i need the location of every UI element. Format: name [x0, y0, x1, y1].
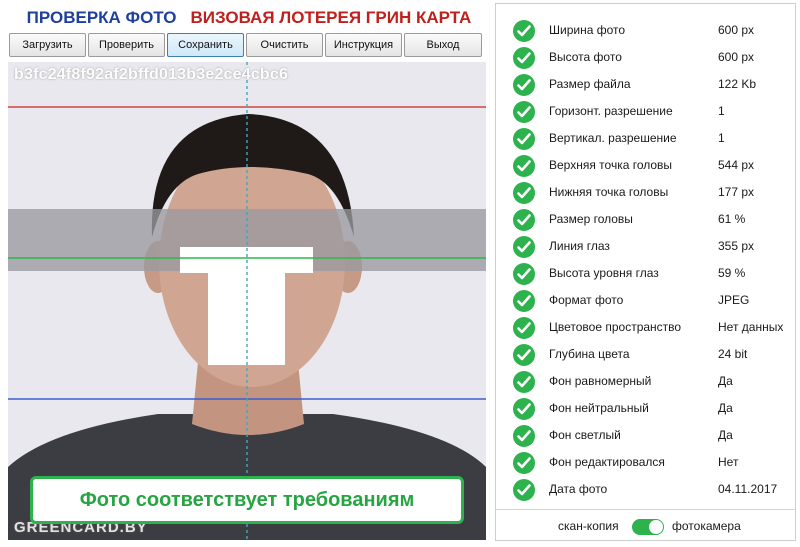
check-icon: [513, 209, 535, 231]
check-icon: [513, 398, 535, 420]
param-label: Фон нейтральный: [549, 401, 649, 415]
instructions-button[interactable]: Инструкция: [325, 33, 402, 57]
param-row: Размер файла 122 Kb: [496, 71, 795, 98]
param-value: 59 %: [718, 266, 746, 280]
param-value: 1: [718, 104, 725, 118]
param-value: JPEG: [718, 293, 750, 307]
param-value: 177 px: [718, 185, 755, 199]
parameters-panel: Ширина фото 600 px Высота фото 600 px Размер…: [495, 3, 796, 541]
param-row: Фон нейтральный Да: [496, 395, 795, 422]
param-value: Нет данных: [718, 320, 784, 334]
check-icon: [513, 236, 535, 258]
photo-hash: b3fc24f8f92af2bffd013b3e2ce4cbc6: [14, 66, 289, 83]
param-label: Вертикал. разрешение: [549, 131, 677, 145]
param-value: Да: [718, 401, 733, 415]
param-row: Нижняя точка головы 177 px: [496, 179, 795, 206]
param-label: Фон светлый: [549, 428, 621, 442]
check-icon: [513, 317, 535, 339]
validation-status: Фото соответствует требованиям: [30, 476, 464, 524]
param-row: Глубина цвета 24 bit: [496, 341, 795, 368]
check-icon: [513, 101, 535, 123]
check-icon: [513, 263, 535, 285]
param-value: 24 bit: [718, 347, 748, 361]
param-row: Горизонт. разрешение 1: [496, 98, 795, 125]
param-label: Нижняя точка головы: [549, 185, 669, 199]
app-title-lottery: ВИЗОВАЯ ЛОТЕРЕЯ ГРИН КАРТА: [190, 8, 472, 27]
photo-canvas: [8, 62, 486, 540]
param-label: Глубина цвета: [549, 347, 630, 361]
param-label: Высота уровня глаз: [549, 266, 659, 280]
check-icon: [513, 128, 535, 150]
param-value: 600 px: [718, 50, 755, 64]
param-row: Вертикал. разрешение 1: [496, 125, 795, 152]
check-icon: [513, 290, 535, 312]
mode-toggle-row: скан-копия фотокамера: [496, 514, 795, 538]
param-value: 04.11.2017: [718, 482, 778, 496]
check-icon: [513, 20, 535, 42]
param-label: Формат фото: [549, 293, 624, 307]
param-row: Цветовое пространство Нет данных: [496, 314, 795, 341]
param-label: Горизонт. разрешение: [549, 104, 673, 118]
panel-divider: [496, 509, 795, 510]
mode-toggle-switch[interactable]: [632, 519, 664, 535]
clear-button[interactable]: Очистить: [246, 33, 323, 57]
param-label: Фон редактировался: [549, 455, 665, 469]
param-value: Нет: [718, 455, 739, 469]
param-row: Формат фото JPEG: [496, 287, 795, 314]
check-icon: [513, 182, 535, 204]
param-value: 1: [718, 131, 725, 145]
toggle-knob: [649, 520, 663, 534]
param-label: Верхняя точка головы: [549, 158, 673, 172]
param-value: Да: [718, 374, 733, 388]
param-label: Фон равномерный: [549, 374, 652, 388]
check-icon: [513, 425, 535, 447]
check-icon: [513, 155, 535, 177]
param-value: 355 px: [718, 239, 755, 253]
param-row: Верхняя точка головы 544 px: [496, 152, 795, 179]
check-icon: [513, 74, 535, 96]
check-icon: [513, 344, 535, 366]
param-row: Высота фото 600 px: [496, 44, 795, 71]
check-icon: [513, 452, 535, 474]
param-label: Дата фото: [549, 482, 608, 496]
check-button[interactable]: Проверить: [88, 33, 165, 57]
param-value: 600 px: [718, 23, 755, 37]
param-value: Да: [718, 428, 733, 442]
param-row: Ширина фото 600 px: [496, 17, 795, 44]
param-value: 61 %: [718, 212, 746, 226]
param-row: Высота уровня глаз 59 %: [496, 260, 795, 287]
param-row: Фон светлый Да: [496, 422, 795, 449]
check-icon: [513, 479, 535, 501]
param-row: Линия глаз 355 px: [496, 233, 795, 260]
param-row: Размер головы 61 %: [496, 206, 795, 233]
toolbar: Загрузить Проверить Сохранить Очистить И…: [9, 33, 482, 57]
param-label: Линия глаз: [549, 239, 610, 253]
param-row: Фон равномерный Да: [496, 368, 795, 395]
load-button[interactable]: Загрузить: [9, 33, 86, 57]
check-icon: [513, 371, 535, 393]
param-label: Высота фото: [549, 50, 622, 64]
param-value: 544 px: [718, 158, 755, 172]
app-title-check: ПРОВЕРКА ФОТО: [26, 8, 177, 27]
param-row: Дата фото 04.11.2017: [496, 476, 795, 503]
camera-label: фотокамера: [672, 519, 741, 533]
param-label: Размер файла: [549, 77, 631, 91]
param-label: Цветовое пространство: [549, 320, 682, 334]
check-icon: [513, 47, 535, 69]
param-label: Размер головы: [549, 212, 633, 226]
param-value: 122 Kb: [718, 77, 757, 91]
param-row: Фон редактировался Нет: [496, 449, 795, 476]
exit-button[interactable]: Выход: [404, 33, 482, 57]
param-label: Ширина фото: [549, 23, 626, 37]
scan-copy-label: скан-копия: [558, 519, 619, 533]
save-button[interactable]: Сохранить: [167, 33, 244, 57]
photo-preview: b3fc24f8f92af2bffd013b3e2ce4cbc6 GREENCA…: [8, 62, 486, 540]
app-header: ПРОВЕРКА ФОТО ВИЗОВАЯ ЛОТЕРЕЯ ГРИН КАРТА: [8, 6, 490, 30]
